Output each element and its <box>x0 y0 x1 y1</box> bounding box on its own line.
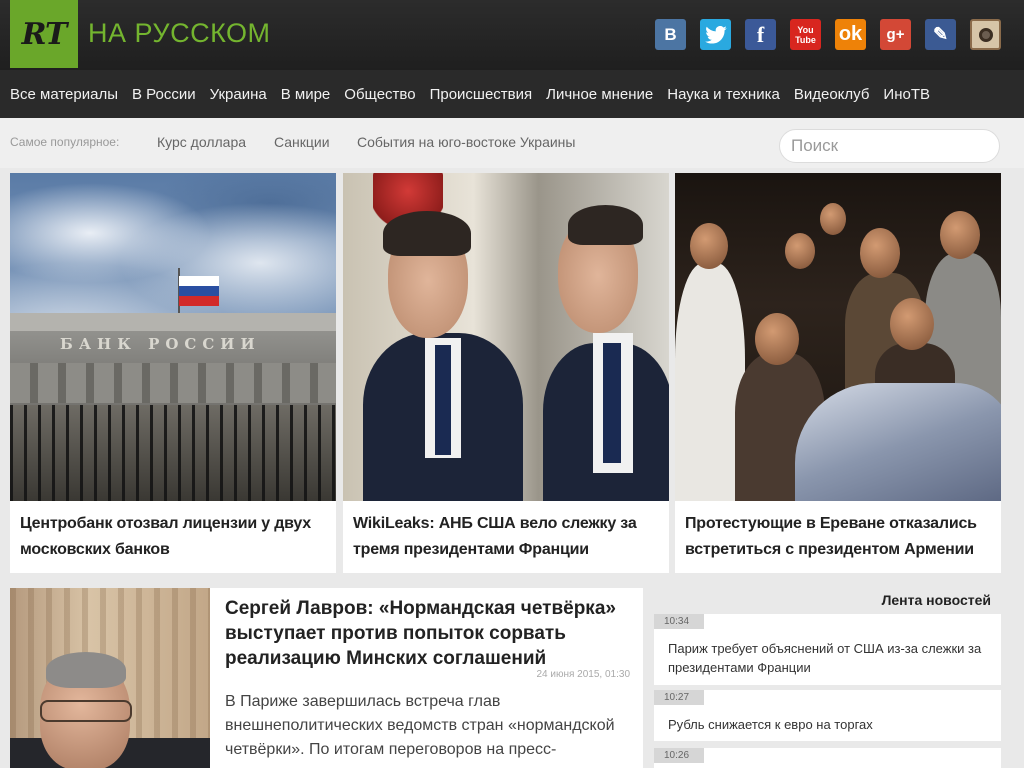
youtube-icon-top: You <box>797 24 814 35</box>
gplus-icon-glyph: g+ <box>886 26 905 43</box>
search-input[interactable] <box>779 129 1000 163</box>
portrait-hair <box>46 652 126 688</box>
popular-link-sanctions[interactable]: Санкции <box>274 134 330 150</box>
youtube-icon[interactable]: You Tube <box>790 19 821 50</box>
feed-item-text[interactable]: Париж требует объяснений от США из-за сл… <box>668 639 988 677</box>
lj-icon-glyph: ✎ <box>932 24 949 44</box>
portrait-glasses <box>40 700 132 722</box>
lead-article-image[interactable] <box>10 588 210 768</box>
facebook-icon[interactable]: f <box>745 19 776 50</box>
person-head <box>860 228 900 278</box>
card-title[interactable]: Центробанк отозвал лицензии у двух моско… <box>20 511 328 563</box>
russian-flag <box>179 276 219 306</box>
news-card[interactable]: БАНК РОССИИ Центробанк отозвал лицензии … <box>10 173 336 573</box>
right-man-hair <box>568 205 643 245</box>
lead-article-text: В Париже завершилась встреча глав внешне… <box>225 693 615 758</box>
bank-sign: БАНК РОССИИ <box>60 335 261 353</box>
news-feed-title[interactable]: Лента новостей <box>882 592 991 608</box>
card-image-protest[interactable] <box>675 173 1001 501</box>
vk-icon[interactable]: В <box>655 19 686 50</box>
left-man-hair <box>383 211 471 256</box>
feed-item-time: 10:27 <box>654 690 704 705</box>
popular-link-dollar[interactable]: Курс доллара <box>157 134 246 150</box>
site-header: RT НА РУССКОМ В f You Tube ok g+ ✎ <box>0 0 1024 70</box>
vk-icon-glyph: В <box>664 24 677 44</box>
nav-item-opinion[interactable]: Личное мнение <box>546 86 653 103</box>
instagram-lens <box>978 27 993 42</box>
nav-item-society[interactable]: Общество <box>344 86 415 103</box>
person-head <box>940 211 980 259</box>
twitter-bird-glyph <box>704 25 727 44</box>
person-head <box>890 298 934 350</box>
nav-item-science[interactable]: Наука и техника <box>667 86 780 103</box>
nav-item-russia[interactable]: В России <box>132 86 196 103</box>
youtube-icon-bottom: Tube <box>795 34 816 45</box>
rt-logo[interactable]: RT <box>10 0 78 68</box>
car-illustration <box>795 383 1001 501</box>
facebook-icon-glyph: f <box>756 21 765 47</box>
logo-text: RT <box>21 16 68 52</box>
left-man-tie <box>435 345 451 455</box>
nav-item-inotv[interactable]: ИноТВ <box>883 86 930 103</box>
lead-article-date: 24 июня 2015, 01:30 <box>536 669 630 680</box>
news-card[interactable]: Протестующие в Ереване отказались встрет… <box>675 173 1001 573</box>
feed-item-time: 10:34 <box>654 614 704 629</box>
main-nav: Все материалы В России Украина В мире Об… <box>0 70 1024 118</box>
feed-item-time: 10:26 <box>654 748 704 763</box>
nav-item-incidents[interactable]: Происшествия <box>430 86 533 103</box>
feed-item-text[interactable]: Рубль снижается к евро на торгах <box>668 715 988 734</box>
feed-item[interactable]: 10:26 <box>654 748 1001 768</box>
card-image-bank[interactable]: БАНК РОССИИ <box>10 173 336 501</box>
feed-item[interactable]: 10:27 Рубль снижается к евро на торгах <box>654 690 1001 741</box>
feed-item[interactable]: 10:34 Париж требует объяснений от США из… <box>654 614 1001 685</box>
google-plus-icon[interactable]: g+ <box>880 19 911 50</box>
nav-item-world[interactable]: В мире <box>281 86 331 103</box>
person-head <box>820 203 846 235</box>
popular-label: Самое популярное: <box>10 135 120 149</box>
nav-item-videoclub[interactable]: Видеоклуб <box>794 86 870 103</box>
person-head <box>690 223 728 269</box>
instagram-icon[interactable] <box>970 19 1001 50</box>
popular-link-ukraine-events[interactable]: События на юго-востоке Украины <box>357 134 575 150</box>
lead-article-title[interactable]: Сергей Лавров: «Нормандская четвёрка» вы… <box>225 596 633 671</box>
ok-icon-glyph: ok <box>838 23 863 45</box>
logo-subtitle[interactable]: НА РУССКОМ <box>88 18 271 49</box>
lead-article[interactable]: Сергей Лавров: «Нормандская четвёрка» вы… <box>10 588 643 768</box>
odnoklassniki-icon[interactable]: ok <box>835 19 866 50</box>
nav-item-all[interactable]: Все материалы <box>10 86 118 103</box>
person-head <box>785 233 815 269</box>
twitter-icon[interactable] <box>700 19 731 50</box>
card-title[interactable]: WikiLeaks: АНБ США вело слежку за тремя … <box>353 511 661 563</box>
card-image-politicians[interactable] <box>343 173 669 501</box>
bank-cornice <box>10 313 336 331</box>
livejournal-icon[interactable]: ✎ <box>925 19 956 50</box>
right-man-tie <box>603 343 621 463</box>
bank-columns <box>10 363 336 403</box>
person-head <box>755 313 799 365</box>
bank-fence <box>10 405 336 501</box>
card-title[interactable]: Протестующие в Ереване отказались встрет… <box>685 511 993 563</box>
news-card[interactable]: WikiLeaks: АНБ США вело слежку за тремя … <box>343 173 669 573</box>
nav-item-ukraine[interactable]: Украина <box>210 86 267 103</box>
